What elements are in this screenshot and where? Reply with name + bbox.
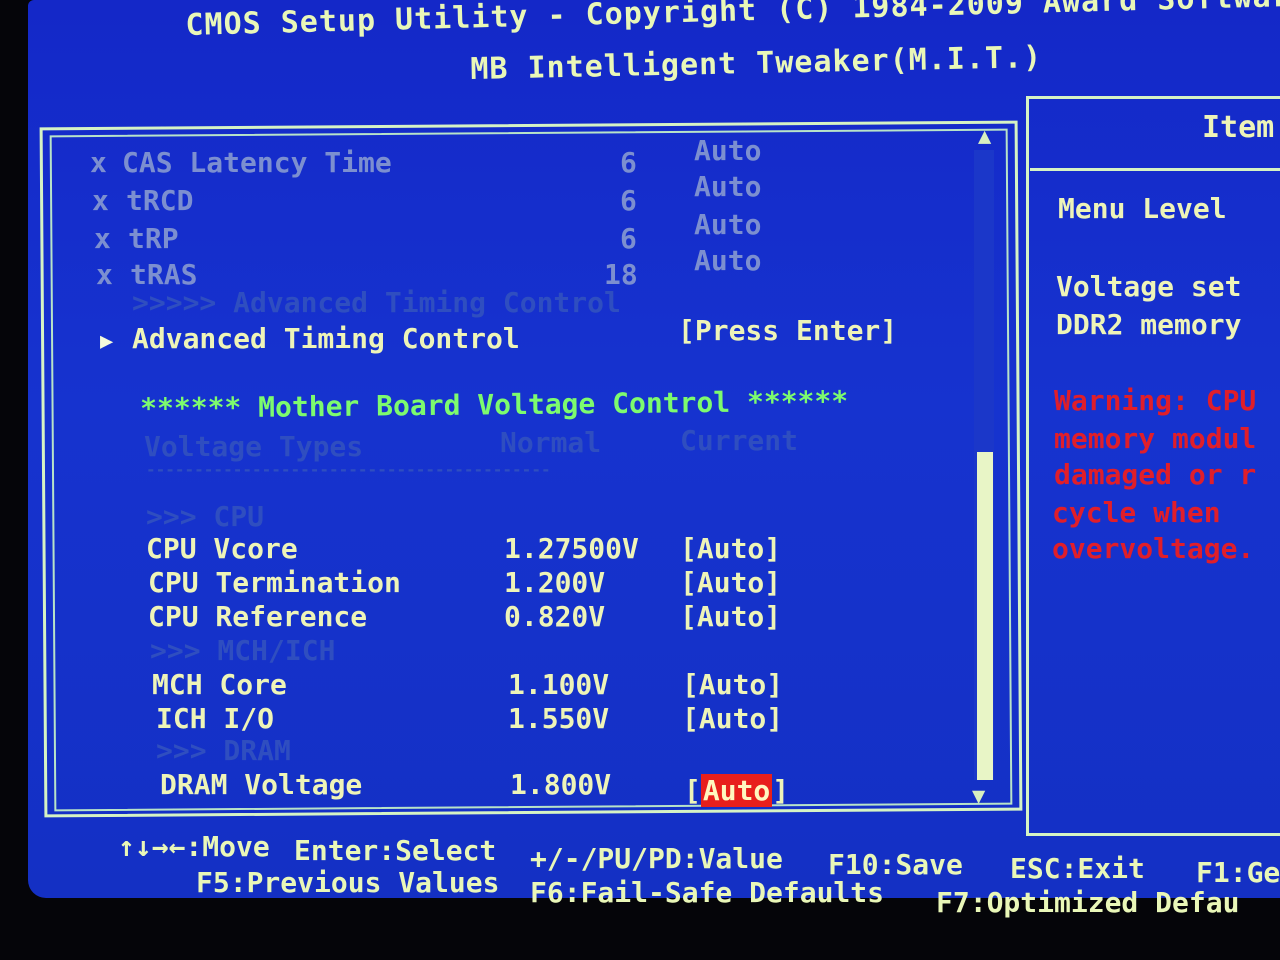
voltage-normal: 0.820V xyxy=(504,600,606,633)
footer-optimized-defaults: F7:Optimized Defau xyxy=(936,886,1240,919)
voltage-current-value: Auto xyxy=(698,702,767,735)
footer-previous-values: F5:Previous Values xyxy=(196,866,500,899)
bracket-close: ] xyxy=(772,774,790,807)
timing-setting: Auto xyxy=(694,208,762,241)
disabled-mark: x xyxy=(90,146,107,179)
voltage-row-ich-io[interactable]: ICH I/O 1.550V [Auto] xyxy=(156,702,783,735)
disabled-mark: x xyxy=(94,222,111,255)
timing-value: 6 xyxy=(620,146,637,179)
voltage-current-value: Auto xyxy=(698,668,767,701)
voltage-normal: 1.200V xyxy=(504,566,606,599)
timing-setting: Auto xyxy=(694,170,762,203)
timing-value: 6 xyxy=(620,222,637,255)
voltage-normal: 1.550V xyxy=(508,702,610,735)
advanced-timing-faded-label: >>>>> Advanced Timing Control xyxy=(132,286,621,319)
col-current: Current xyxy=(680,424,799,457)
help-menu-level: Menu Level xyxy=(1058,192,1227,225)
voltage-row-cpu-termination[interactable]: CPU Termination 1.200V [Auto] xyxy=(148,566,781,599)
bracket-close: ] xyxy=(766,702,784,735)
voltage-current[interactable]: [Auto] xyxy=(680,532,781,565)
timing-row-trp: x tRP 6 Auto xyxy=(94,208,761,255)
help-title: Item xyxy=(1202,110,1275,145)
help-warning-line5: overvoltage. xyxy=(1052,532,1255,565)
col-normal: Normal xyxy=(500,426,602,459)
timing-label: tRP xyxy=(128,222,179,255)
help-desc-line1: Voltage set xyxy=(1056,270,1242,303)
timing-row-tras: x tRAS 18 Auto xyxy=(96,244,761,291)
scroll-up-icon[interactable]: ▲ xyxy=(978,124,991,149)
timing-row-cas: x CAS Latency Time 6 Auto xyxy=(90,134,761,179)
bracket-open: [ xyxy=(680,600,697,633)
scrollbar-thumb[interactable] xyxy=(977,452,993,780)
footer-value: +/-/PU/PD:Value xyxy=(530,842,783,875)
bracket-close: ] xyxy=(764,600,782,633)
bracket-open: [ xyxy=(680,566,697,599)
timing-setting: Auto xyxy=(694,244,762,277)
footer-move: ↑↓→←:Move xyxy=(118,830,270,863)
help-warning-line1: Warning: CPU xyxy=(1054,384,1257,417)
help-desc-line2: DDR2 memory xyxy=(1056,308,1242,341)
help-warning-line4: cycle when xyxy=(1052,496,1221,529)
timing-label: tRCD xyxy=(126,184,194,217)
group-dram: >>> DRAM xyxy=(156,734,291,767)
group-cpu: >>> CPU xyxy=(146,500,265,533)
bracket-open: [ xyxy=(684,774,701,807)
scroll-down-icon[interactable]: ▼ xyxy=(972,784,985,809)
timing-label: CAS Latency Time xyxy=(122,146,392,179)
voltage-current[interactable]: [Auto] xyxy=(682,668,783,701)
voltage-current[interactable]: [Auto] xyxy=(680,600,781,633)
voltage-row-mch-core[interactable]: MCH Core 1.100V [Auto] xyxy=(152,668,783,701)
section-divider: ----------------------------------------… xyxy=(146,460,551,479)
voltage-row-cpu-reference[interactable]: CPU Reference 0.820V [Auto] xyxy=(148,600,781,633)
voltage-current[interactable]: [Auto] xyxy=(680,566,781,599)
footer-select: Enter:Select xyxy=(294,834,497,867)
bracket-close: ] xyxy=(764,566,782,599)
voltage-normal: 1.100V xyxy=(508,668,610,701)
bracket-open: [ xyxy=(680,532,697,565)
bracket-open: [ xyxy=(682,702,699,735)
voltage-label: CPU Termination xyxy=(148,566,401,599)
submenu-arrow-icon: ▶ xyxy=(100,329,114,354)
voltage-current-value-selected[interactable]: Auto xyxy=(700,774,773,807)
voltage-row-cpu-vcore[interactable]: CPU Vcore 1.27500V [Auto] xyxy=(146,532,781,565)
disabled-mark: x xyxy=(96,258,113,291)
help-warning-line3: damaged or r xyxy=(1054,458,1257,491)
footer-exit: ESC:Exit xyxy=(1010,852,1145,885)
timing-setting: Auto xyxy=(694,134,762,167)
timing-value: 6 xyxy=(620,184,637,217)
advanced-timing-label: Advanced Timing Control xyxy=(132,322,520,355)
help-panel-divider xyxy=(1030,168,1280,171)
voltage-current-value: Auto xyxy=(696,566,765,599)
voltage-label: CPU Vcore xyxy=(146,532,298,565)
footer-failsafe-defaults: F6:Fail-Safe Defaults xyxy=(530,876,885,909)
voltage-label: CPU Reference xyxy=(148,600,368,633)
footer-help: F1:Ge xyxy=(1196,856,1280,889)
voltage-row-dram[interactable]: DRAM Voltage 1.800V [Auto] xyxy=(160,768,789,807)
bracket-open: [ xyxy=(682,668,699,701)
help-warning-line2: memory modul xyxy=(1054,422,1257,455)
bracket-close: ] xyxy=(764,532,782,565)
disabled-mark: x xyxy=(92,184,109,217)
voltage-current[interactable]: [Auto] xyxy=(682,702,783,735)
voltage-label: MCH Core xyxy=(152,668,287,701)
bracket-close: ] xyxy=(766,668,784,701)
group-mch-ich: >>> MCH/ICH xyxy=(150,634,336,667)
voltage-current-value: Auto xyxy=(696,532,765,565)
voltage-normal: 1.800V xyxy=(510,768,612,801)
press-enter-action[interactable]: [Press Enter] xyxy=(678,314,897,347)
voltage-current-value: Auto xyxy=(696,600,765,633)
advanced-timing-control-item[interactable]: ▶ Advanced Timing Control [Press Enter] xyxy=(100,314,897,355)
voltage-label: ICH I/O xyxy=(156,702,275,735)
voltage-label: DRAM Voltage xyxy=(160,768,363,801)
col-voltage-types: Voltage Types xyxy=(144,430,364,463)
timing-row-trcd: x tRCD 6 Auto xyxy=(92,170,761,217)
voltage-normal: 1.27500V xyxy=(504,532,639,565)
voltage-current[interactable]: [Auto] xyxy=(684,774,789,807)
